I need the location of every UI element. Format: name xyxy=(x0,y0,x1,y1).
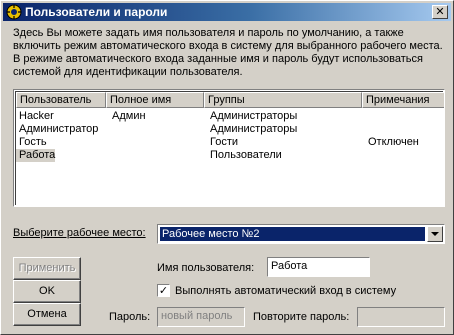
title-bar[interactable]: Пользователи и пароли ✕ xyxy=(3,3,451,21)
users-list-header: Пользователь Полное имя Группы Примечани… xyxy=(16,92,444,108)
cell-full-name: Админ xyxy=(112,110,146,122)
chevron-down-icon[interactable] xyxy=(427,226,443,242)
column-header-notes[interactable]: Примечания xyxy=(362,92,444,108)
table-row[interactable]: Гость Гости Отключен xyxy=(16,136,444,149)
apply-button[interactable]: Применить xyxy=(13,257,81,280)
keys-icon xyxy=(6,4,22,20)
cell-user: Администратор xyxy=(19,123,99,135)
table-row[interactable]: Hacker Админ Администраторы xyxy=(16,110,444,123)
password-label: Пароль: xyxy=(109,311,151,323)
close-icon: ✕ xyxy=(435,5,445,18)
cell-groups: Гости xyxy=(210,136,239,148)
column-header-full-name[interactable]: Полное имя xyxy=(106,92,204,108)
password-field[interactable]: новый пароль xyxy=(157,307,245,327)
password-confirm-field[interactable] xyxy=(357,307,445,327)
cell-user: Гость xyxy=(19,136,47,148)
table-row[interactable]: Администратор Администраторы xyxy=(16,123,444,136)
cell-groups: Администраторы xyxy=(210,110,298,122)
close-button[interactable]: ✕ xyxy=(432,5,448,19)
window-title: Пользователи и пароли xyxy=(25,5,168,19)
column-header-user[interactable]: Пользователь xyxy=(16,92,106,108)
column-header-groups[interactable]: Группы xyxy=(204,92,362,108)
username-field[interactable]: Работа xyxy=(267,257,370,277)
cell-notes: Отключен xyxy=(368,136,419,148)
cell-user: Hacker xyxy=(19,110,54,122)
table-row-selected[interactable]: Работа Пользователи xyxy=(16,149,444,162)
workplace-select-value: Рабочее место №2 xyxy=(159,226,426,242)
users-list[interactable]: Пользователь Полное имя Группы Примечани… xyxy=(13,89,445,207)
workplace-select[interactable]: Рабочее место №2 xyxy=(157,224,445,244)
cell-user: Работа xyxy=(16,149,56,162)
cancel-button[interactable]: Отмена xyxy=(13,303,81,326)
check-icon: ✓ xyxy=(158,284,169,297)
cell-groups: Администраторы xyxy=(210,123,298,135)
password-confirm-label: Повторите пароль: xyxy=(253,311,350,323)
username-label: Имя пользователя: xyxy=(157,262,255,274)
workplace-label: Выберите рабочее место: xyxy=(13,227,146,239)
intro-text: Здесь Вы можете задать имя пользователя … xyxy=(13,27,443,78)
autologin-checkbox[interactable]: ✓ xyxy=(157,284,170,297)
users-passwords-dialog: Пользователи и пароли ✕ Здесь Вы можете … xyxy=(0,0,454,335)
cell-groups: Пользователи xyxy=(210,149,282,161)
ok-button[interactable]: OK xyxy=(13,280,81,303)
autologin-label[interactable]: Выполнять автоматический вход в систему xyxy=(175,285,396,297)
